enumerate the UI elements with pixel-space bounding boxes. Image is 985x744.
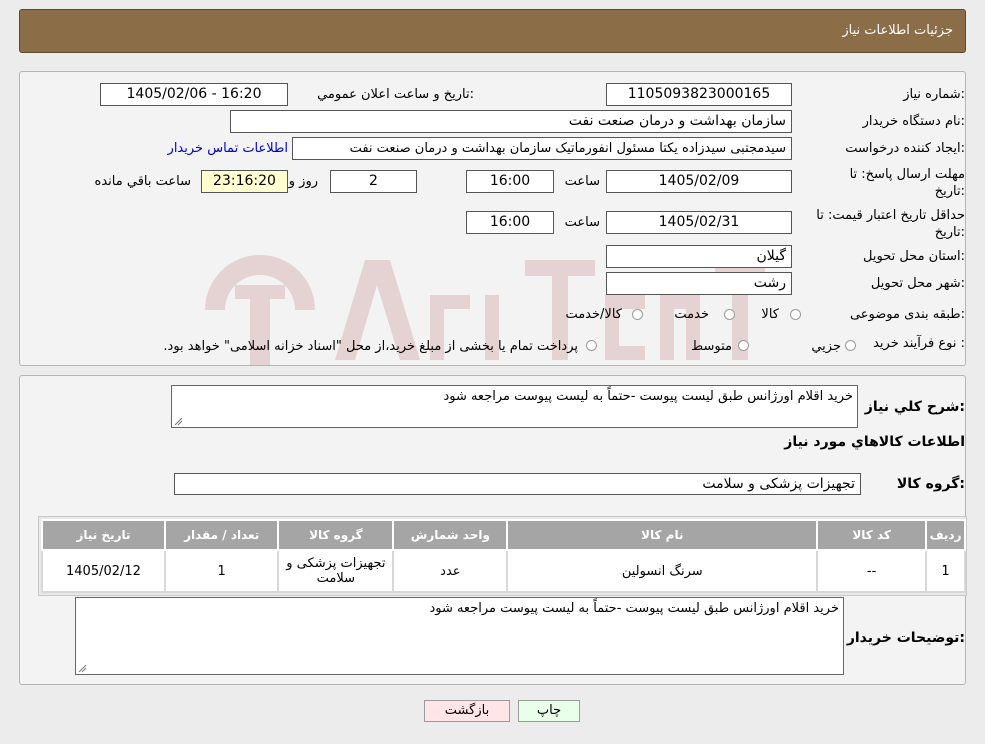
remaining-time-label: ساعت باقي مانده: [94, 174, 191, 189]
price-validity-label: حداقل تاریخ اعتبار قیمت: تا: [816, 208, 965, 223]
days-remaining-field[interactable]: 2: [330, 170, 417, 193]
deadline-label-date: تاریخ:: [934, 184, 965, 199]
creator-label: ایجاد کننده درخواست:: [845, 141, 965, 156]
deadline-time-field[interactable]: 16:00: [466, 170, 554, 193]
purchase-process-label: نوع فرآیند خرید :: [873, 336, 965, 351]
resize-grip-icon[interactable]: [78, 664, 87, 673]
announce-datetime-label: تاریخ و ساعت اعلان عمومي:: [317, 87, 474, 102]
cell-unit: عدد: [392, 549, 509, 593]
price-validity-label-date: تاریخ:: [934, 225, 965, 240]
col-goods-group: گروه کالا: [277, 519, 395, 551]
goods-group-label: گروه کالا:: [896, 476, 965, 492]
col-need-date: تاریخ نیاز: [41, 519, 166, 551]
process-option-medium: متوسط: [691, 339, 732, 354]
description-text: خرید اقلام اورژانس طبق لیست پیوست -حتماً…: [443, 389, 853, 404]
need-number-label: شماره نیاز:: [903, 87, 965, 102]
cell-quantity: 1: [163, 549, 280, 593]
category-service-radio[interactable]: [724, 309, 735, 320]
goods-table-container: ردیف کد کالا نام کالا واحد شمارش گروه کا…: [38, 516, 967, 596]
category-option-goods: کالا: [761, 307, 779, 322]
category-option-service: خدمت: [674, 307, 709, 322]
category-option-both: کالا/خدمت: [565, 307, 622, 322]
treasury-payment-radio[interactable]: [586, 340, 597, 351]
col-goods-code: کد کالا: [816, 519, 928, 551]
print-button[interactable]: چاپ: [518, 700, 580, 722]
goods-info-title: اطلاعات کالاهاي مورد نیاز: [784, 434, 965, 450]
cell-row-number: 1: [925, 549, 966, 593]
buyer-notes-label: توضیحات خریدار:: [846, 630, 965, 646]
description-textarea[interactable]: خرید اقلام اورژانس طبق لیست پیوست -حتماً…: [171, 385, 858, 428]
price-validity-time-field[interactable]: 16:00: [466, 211, 554, 234]
deadline-time-label: ساعت: [564, 174, 600, 189]
days-label: روز و: [288, 174, 318, 189]
cell-need-date: 1405/02/12: [41, 549, 166, 593]
buyer-notes-text: خرید اقلام اورژانس طبق لیست پیوست -حتماً…: [429, 601, 839, 616]
city-label: شهر محل تحویل:: [870, 276, 965, 291]
buyer-notes-textarea[interactable]: خرید اقلام اورژانس طبق لیست پیوست -حتماً…: [75, 597, 844, 675]
category-label: طبقه بندی موضوعی:: [849, 307, 965, 322]
process-minor-radio[interactable]: [845, 340, 856, 351]
creator-field[interactable]: سیدمجتبی سیدزاده یکتا مسئول انفورماتیک س…: [292, 137, 792, 160]
city-field[interactable]: رشت: [606, 272, 792, 295]
buyer-org-label: نام دستگاه خریدار:: [862, 114, 965, 129]
col-row-number: ردیف: [925, 519, 966, 551]
goods-group-field[interactable]: تجهیزات پزشکی و سلامت: [174, 473, 861, 495]
deadline-label: مهلت ارسال پاسخ: تا: [849, 167, 965, 182]
deadline-date-field[interactable]: 1405/02/09: [606, 170, 792, 193]
price-validity-time-label: ساعت: [564, 215, 600, 230]
page-header: جزئیات اطلاعات نیاز: [19, 9, 966, 53]
goods-table: ردیف کد کالا نام کالا واحد شمارش گروه کا…: [41, 519, 966, 593]
category-both-radio[interactable]: [632, 309, 643, 320]
process-medium-radio[interactable]: [738, 340, 749, 351]
process-option-minor: جزيي: [811, 339, 841, 354]
category-goods-radio[interactable]: [790, 309, 801, 320]
col-unit: واحد شمارش: [392, 519, 509, 551]
cell-goods-name: سرنگ انسولین: [506, 549, 819, 593]
remaining-time-field[interactable]: 23:16:20: [201, 170, 288, 193]
province-label: استان محل تحویل:: [863, 249, 965, 264]
announce-datetime-field[interactable]: 1405/02/06 - 16:20: [100, 83, 288, 106]
buyer-contact-link[interactable]: اطلاعات تماس خریدار: [168, 141, 288, 156]
province-field[interactable]: گیلان: [606, 245, 792, 268]
col-goods-name: نام کالا: [506, 519, 819, 551]
description-label: شرح کلي نیاز:: [864, 399, 965, 415]
resize-grip-icon[interactable]: [174, 417, 183, 426]
need-number-field[interactable]: 1105093823000165: [606, 83, 792, 106]
back-button[interactable]: بازگشت: [424, 700, 510, 722]
price-validity-date-field[interactable]: 1405/02/31: [606, 211, 792, 234]
page-title: جزئیات اطلاعات نیاز: [842, 23, 953, 38]
cell-goods-group: تجهیزات پزشکی و سلامت: [277, 549, 395, 593]
col-quantity: تعداد / مقدار: [163, 519, 280, 551]
table-row: 1 -- سرنگ انسولین عدد تجهیزات پزشکی و سل…: [41, 549, 966, 593]
buyer-org-field[interactable]: سازمان بهداشت و درمان صنعت نفت: [230, 110, 792, 133]
treasury-payment-note: پرداخت تمام یا بخشی از مبلغ خرید،از محل …: [163, 339, 578, 354]
table-header-row: ردیف کد کالا نام کالا واحد شمارش گروه کا…: [41, 519, 966, 551]
cell-goods-code: --: [816, 549, 928, 593]
